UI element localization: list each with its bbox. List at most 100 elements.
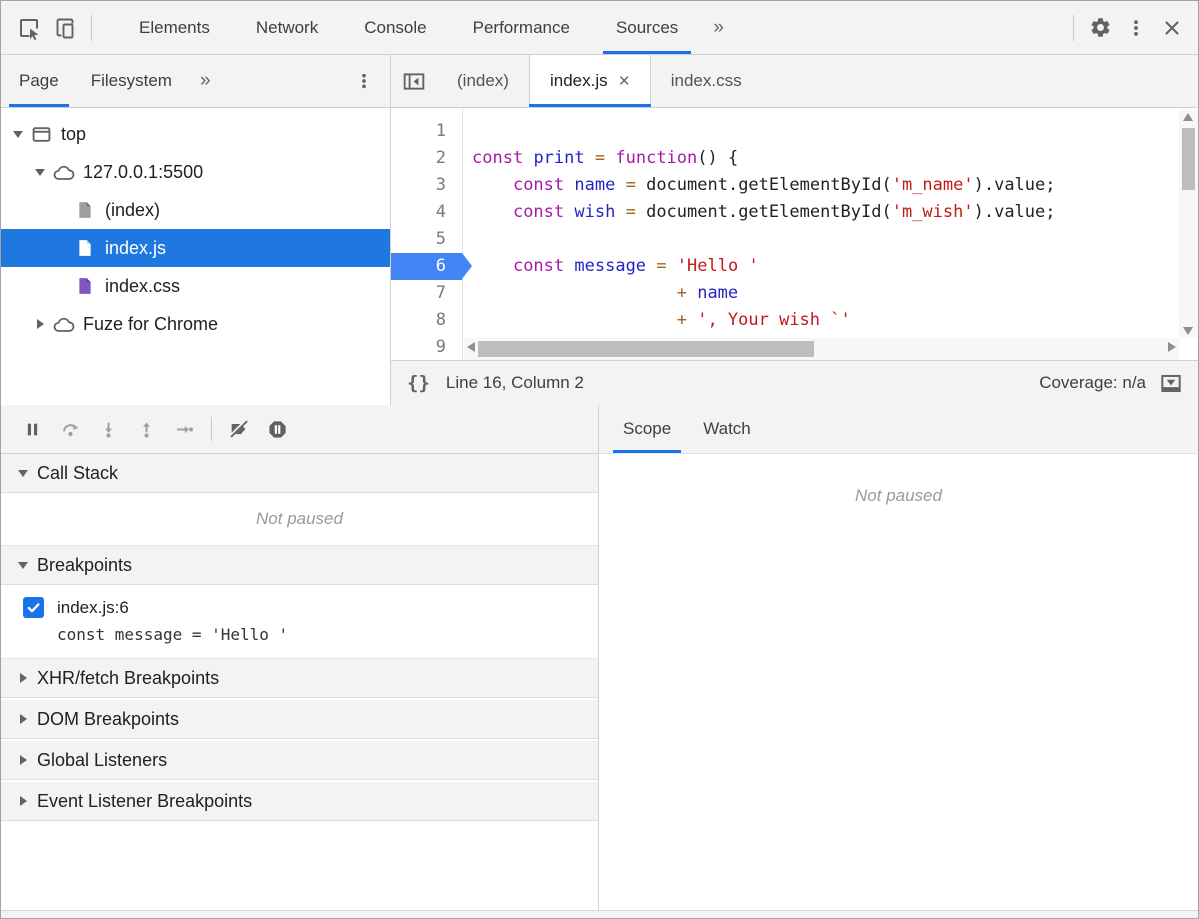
scope-pane-tab-watch[interactable]: Watch [687,405,767,453]
sidebar-more-tabs-icon[interactable]: » [188,70,223,92]
tree-item-label: Fuze for Chrome [83,314,218,335]
main-tab-performance[interactable]: Performance [450,1,593,54]
cloud-icon [49,164,77,181]
settings-gear-icon[interactable] [1082,10,1118,46]
tree-item-top[interactable]: top [1,115,390,153]
section-header-global-listeners[interactable]: Global Listeners [1,741,598,780]
code-area[interactable]: 123456789 const print = function() { con… [391,108,1198,360]
scroll-up-icon[interactable] [1183,113,1193,121]
section-label: Breakpoints [37,555,132,576]
editor-tab-label: index.js [550,71,608,91]
breakpoint-line-number[interactable]: 6 [391,253,462,280]
scroll-right-icon[interactable] [1168,342,1176,352]
bottom-resize-strip [1,910,1198,918]
device-toolbar-icon[interactable] [47,10,83,46]
section-header-breakpoints[interactable]: Breakpoints [1,546,598,585]
editor-tab-label: index.css [671,71,742,91]
chevron-expanded-icon[interactable] [13,562,33,569]
editor-tab-index-css[interactable]: index.css [651,55,762,107]
step-out-icon[interactable] [127,411,165,447]
tree-item-index-css[interactable]: index.css [1,267,390,305]
tree-item-127-0-0-1-5500[interactable]: 127.0.0.1:5500 [1,153,390,191]
chevron-collapsed-icon[interactable] [13,755,33,765]
line-number[interactable]: 3 [391,172,462,199]
horizontal-scroll-thumb[interactable] [478,341,814,357]
code-line[interactable]: + ', Your wish `' [472,307,1198,334]
line-number-gutter[interactable]: 123456789 [391,108,463,360]
breakpoint-entry[interactable]: index.js:6const message = 'Hello ' [1,585,598,659]
code-line[interactable]: const print = function() { [472,145,1198,172]
step-into-icon[interactable] [89,411,127,447]
inspect-icon[interactable] [11,10,47,46]
tree-item-label: index.js [105,238,166,259]
scroll-left-icon[interactable] [467,342,475,352]
breakpoint-code-snippet: const message = 'Hello ' [57,625,598,644]
coverage-panel-icon[interactable] [1160,373,1182,394]
line-number[interactable]: 4 [391,199,462,226]
editor-tab-bar: (index) index.js × index.css [391,55,1198,107]
pretty-print-icon[interactable]: {} [407,372,430,394]
scope-pane-tab-scope[interactable]: Scope [607,405,687,453]
section-label: Call Stack [37,463,118,484]
vertical-scroll-thumb[interactable] [1182,128,1195,190]
main-tab-elements[interactable]: Elements [116,1,233,54]
sidebar-tab-filesystem[interactable]: Filesystem [75,55,188,107]
code-line[interactable]: + name [472,280,1198,307]
chevron-collapsed-icon[interactable] [13,673,33,683]
line-number[interactable]: 9 [391,334,462,360]
section-header-dom-breakpoints[interactable]: DOM Breakpoints [1,700,598,739]
sidebar-kebab-menu-icon[interactable] [346,63,382,99]
section-label: DOM Breakpoints [37,709,179,730]
line-number[interactable]: 1 [391,118,462,145]
vertical-scrollbar[interactable] [1179,110,1198,338]
code-lines[interactable]: const print = function() { const name = … [463,108,1198,360]
deactivate-breakpoints-icon[interactable] [220,411,258,447]
cloud-icon [49,316,77,333]
debugger-toolbar [1,405,598,454]
code-line[interactable] [472,118,1198,145]
breakpoint-checkbox[interactable] [23,597,44,618]
code-line[interactable]: const message = 'Hello ' [472,253,1198,280]
main-tab-network[interactable]: Network [233,1,341,54]
sidebar-tab-page[interactable]: Page [3,55,75,107]
chevron-collapsed-icon[interactable] [13,714,33,724]
editor-tab-index-js[interactable]: index.js × [529,55,651,107]
chevron-expanded-icon[interactable] [31,169,49,176]
section-header-event-listener-breakpoints[interactable]: Event Listener Breakpoints [1,782,598,821]
pause-on-exceptions-icon[interactable] [258,411,296,447]
more-tabs-icon[interactable]: » [701,17,736,39]
section-label: XHR/fetch Breakpoints [37,668,219,689]
tree-item-fuze-for-chrome[interactable]: Fuze for Chrome [1,305,390,343]
line-number[interactable]: 7 [391,280,462,307]
tree-item-index[interactable]: (index) [1,191,390,229]
main-tab-console[interactable]: Console [341,1,449,54]
tree-item-index-js[interactable]: index.js [1,229,390,267]
line-number[interactable]: 8 [391,307,462,334]
step-over-icon[interactable] [51,411,89,447]
main-tab-bar: ElementsNetworkConsolePerformanceSources [116,1,701,54]
editor-tab-index[interactable]: (index) [437,55,529,107]
code-line[interactable] [472,226,1198,253]
code-line[interactable]: const wish = document.getElementById('m_… [472,199,1198,226]
close-icon[interactable] [1154,10,1190,46]
chevron-collapsed-icon[interactable] [13,796,33,806]
line-number[interactable]: 5 [391,226,462,253]
devtools-window: ElementsNetworkConsolePerformanceSources… [0,0,1199,919]
step-icon[interactable] [165,411,203,447]
code-line[interactable]: const name = document.getElementById('m_… [472,172,1198,199]
scroll-down-icon[interactable] [1183,327,1193,335]
section-header-xhr-fetch-breakpoints[interactable]: XHR/fetch Breakpoints [1,659,598,698]
pause-icon[interactable] [13,411,51,447]
chevron-expanded-icon[interactable] [13,470,33,477]
line-number[interactable]: 2 [391,145,462,172]
toolbar-divider [91,15,92,41]
editor-status-bar: {} Line 16, Column 2 Coverage: n/a [391,360,1198,405]
hide-navigator-icon[interactable] [391,55,437,107]
chevron-expanded-icon[interactable] [9,131,27,138]
horizontal-scrollbar[interactable] [464,338,1179,360]
kebab-menu-icon[interactable] [1118,10,1154,46]
main-tab-sources[interactable]: Sources [593,1,701,54]
close-tab-icon[interactable]: × [619,72,630,91]
chevron-collapsed-icon[interactable] [31,319,49,329]
section-header-call-stack[interactable]: Call Stack [1,454,598,493]
